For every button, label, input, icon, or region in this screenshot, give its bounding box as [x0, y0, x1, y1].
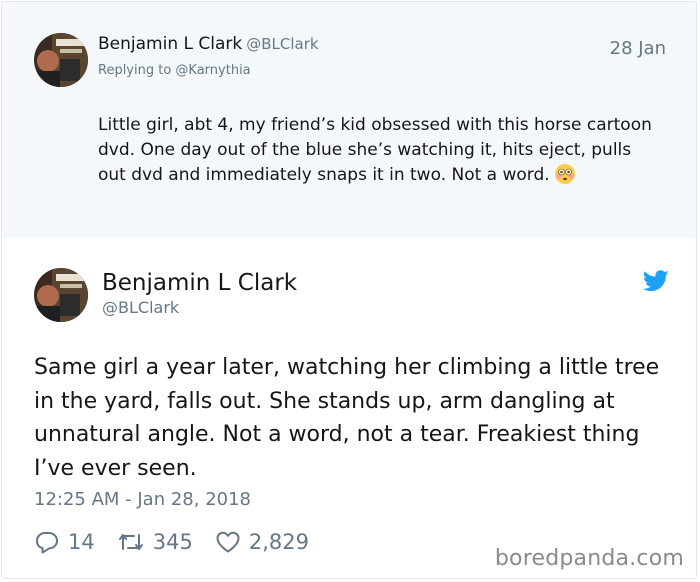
avatar[interactable] [34, 33, 88, 87]
tweet-card: Benjamin L Clark @BLClark 28 Jan Replying… [1, 1, 697, 579]
reply-date[interactable]: 28 Jan [610, 38, 666, 59]
retweet-count: 345 [152, 530, 193, 554]
tweet-actions: 14 345 2,829 [34, 527, 331, 557]
flushed-face-emoji-icon [554, 164, 575, 184]
reply-author-handle[interactable]: @BLClark [246, 35, 318, 53]
retweet-icon [118, 534, 143, 550]
reply-author-name[interactable]: Benjamin L Clark [98, 34, 242, 54]
retweet-button[interactable]: 345 [117, 530, 193, 554]
like-button[interactable]: 2,829 [215, 530, 309, 554]
heart-icon [216, 531, 240, 553]
tweet-timestamp[interactable]: 12:25 AM - Jan 28, 2018 [34, 489, 251, 510]
reply-count: 14 [68, 530, 95, 554]
main-author-name[interactable]: Benjamin L Clark [102, 270, 297, 296]
reply-button[interactable]: 14 [34, 530, 95, 554]
reply-icon [36, 532, 58, 554]
reply-text: Little girl, abt 4, my friend’s kid obse… [98, 113, 658, 188]
like-count: 2,829 [248, 530, 309, 554]
reply-tweet: Benjamin L Clark @BLClark 28 Jan Replying… [2, 2, 696, 238]
main-tweet-text: Same girl a year later, watching her cli… [34, 355, 660, 481]
reply-author[interactable]: Benjamin L Clark @BLClark [98, 34, 319, 54]
replying-to[interactable]: Replying to @Karnythia [98, 63, 251, 78]
main-author-handle[interactable]: @BLClark [102, 298, 179, 317]
avatar[interactable] [34, 268, 88, 322]
twitter-bird-icon[interactable] [643, 270, 669, 292]
watermark: boredpanda.com [494, 546, 684, 571]
